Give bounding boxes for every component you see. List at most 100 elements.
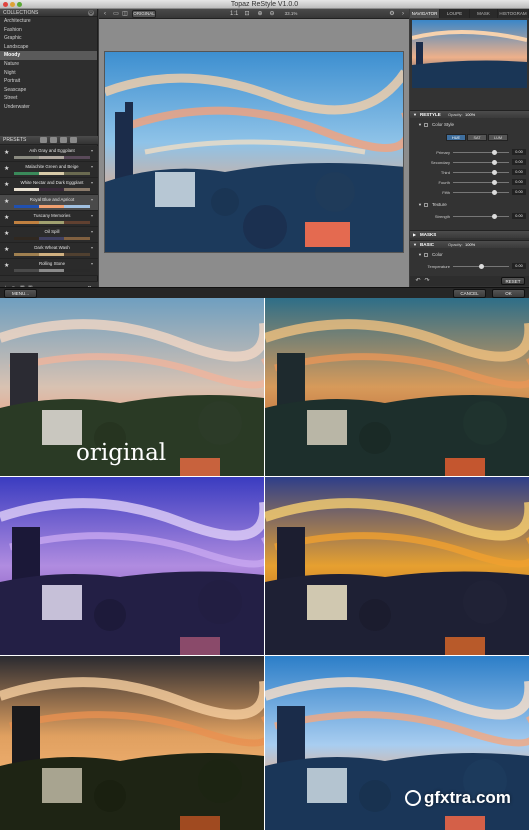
collection-item[interactable]: Architecture	[0, 17, 97, 26]
slider-value[interactable]: 0.00	[512, 189, 526, 195]
menu-button[interactable]: MENU...	[4, 289, 37, 298]
slider-knob[interactable]	[492, 190, 497, 195]
slider-knob[interactable]	[492, 170, 497, 175]
temperature-slider[interactable]: Temperature 0.00	[410, 262, 529, 271]
preset-menu-icon[interactable]: ▾	[91, 148, 93, 153]
preset-item[interactable]: ★ Ash Gray and Eggplant ▾	[0, 146, 98, 163]
slider-label[interactable]: Third	[422, 168, 450, 177]
restyle-opacity-value[interactable]: 100%	[465, 111, 475, 119]
color-slider-secondary[interactable]: Secondary 0.00	[410, 158, 529, 167]
collection-item[interactable]: Street	[0, 94, 97, 103]
slider-knob[interactable]	[492, 180, 497, 185]
color-slider-third[interactable]: Third 0.00	[410, 168, 529, 177]
preset-menu-icon[interactable]: ▾	[91, 180, 93, 185]
original-button[interactable]: ORIGINAL	[132, 10, 156, 18]
color-slider-fifth[interactable]: Fifth 0.00	[410, 188, 529, 197]
preset-item[interactable]: ★ Oil Spill ▾	[0, 227, 98, 244]
tab-mask[interactable]: MASK	[470, 9, 498, 18]
slider-value[interactable]: 0.00	[512, 179, 526, 185]
preset-save-icon[interactable]	[50, 137, 57, 143]
preset-folder-icon[interactable]	[40, 137, 47, 143]
preset-item[interactable]: ★ Malachite Green and Beige ▾	[0, 162, 98, 179]
tab-histogram[interactable]: HISTOGRAM	[498, 9, 529, 18]
mode-button-sat[interactable]: SAT	[467, 134, 487, 141]
star-icon[interactable]: ★	[4, 262, 9, 269]
preset-color-strip[interactable]	[14, 156, 90, 159]
single-view-icon[interactable]: ▭	[112, 10, 120, 18]
slider-label[interactable]: Fourth	[422, 178, 450, 187]
preset-item[interactable]: ★ Dark Wheat Wash ▾	[0, 243, 98, 260]
zoom-in-icon[interactable]: ⊕	[256, 10, 264, 18]
preset-color-strip[interactable]	[14, 236, 90, 240]
navigator-thumbnail[interactable]	[412, 20, 527, 88]
slider-value[interactable]: 0.00	[512, 169, 526, 175]
fit-icon[interactable]: ⊡	[243, 10, 251, 18]
redo-icon[interactable]: ↷	[423, 277, 431, 285]
masks-section-header[interactable]: ▶ MASKS	[410, 230, 529, 238]
color-row[interactable]: ▼ Color	[410, 251, 529, 259]
texture-checkbox[interactable]	[424, 203, 428, 207]
zoom-out-icon[interactable]: ⊖	[268, 10, 276, 18]
mode-button-hue[interactable]: HUE	[446, 134, 466, 141]
preset-item[interactable]: ★ Rolling Stone ▾	[0, 259, 98, 276]
preset-color-strip[interactable]	[14, 269, 90, 273]
collection-item[interactable]: Moody	[0, 51, 97, 60]
slider-track[interactable]	[453, 182, 509, 183]
preset-menu-icon[interactable]: ▾	[91, 261, 93, 266]
slider-knob[interactable]	[492, 214, 497, 219]
collection-item[interactable]: Landscape	[0, 43, 97, 52]
preset-color-strip[interactable]	[14, 172, 90, 176]
texture-row[interactable]: ▼ Texture	[410, 201, 529, 209]
slider-knob[interactable]	[492, 150, 497, 155]
preset-color-strip[interactable]	[14, 204, 90, 208]
slider-track[interactable]	[453, 162, 509, 163]
color-style-checkbox[interactable]	[424, 123, 428, 127]
settings-icon[interactable]: ⚙	[388, 10, 396, 18]
tab-loupe[interactable]: LOUPE	[440, 9, 470, 18]
star-icon[interactable]: ★	[4, 181, 9, 188]
slider-label[interactable]: Secondary	[422, 158, 450, 167]
slider-label[interactable]: Primary	[422, 148, 450, 157]
collection-item[interactable]: Underwater	[0, 103, 97, 112]
preset-item[interactable]: ★ Tuscany Memories ▾	[0, 211, 98, 227]
preset-name[interactable]: White Nectar and Dark Eggplant	[14, 180, 90, 185]
slider-track[interactable]	[453, 192, 509, 193]
preset-export-icon[interactable]	[70, 137, 77, 143]
color-style-row[interactable]: ▼ Color Style	[410, 121, 529, 129]
restyle-section-header[interactable]: ▼ RESTYLE Opacity: 100%	[410, 110, 529, 118]
slider-knob[interactable]	[479, 264, 484, 269]
preset-item[interactable]: ★ Royal Blue and Apricot ▾	[0, 194, 98, 211]
star-icon[interactable]: ★	[4, 149, 9, 156]
collection-item[interactable]: Fashion	[0, 26, 97, 35]
preset-name[interactable]: Tuscany Memories	[14, 213, 90, 218]
collection-item[interactable]: Night	[0, 69, 97, 78]
preset-name[interactable]: Malachite Green and Beige	[14, 164, 90, 169]
slider-knob[interactable]	[492, 160, 497, 165]
preset-name[interactable]: Ash Gray and Eggplant	[14, 148, 90, 153]
collection-item[interactable]: Nature	[0, 60, 97, 69]
preset-name[interactable]: Royal Blue and Apricot	[14, 197, 90, 202]
mode-button-lum[interactable]: LUM	[488, 134, 508, 141]
basic-opacity-value[interactable]: 100%	[465, 241, 475, 249]
preset-menu-icon[interactable]: ▾	[91, 164, 93, 169]
slider-track[interactable]	[453, 152, 509, 153]
collection-item[interactable]: Seascape	[0, 86, 97, 95]
preset-menu-icon[interactable]: ▾	[91, 229, 93, 234]
collapse-left-icon[interactable]: ‹	[101, 10, 109, 18]
preset-color-strip[interactable]	[14, 253, 90, 257]
slider-value[interactable]: 0.00	[512, 149, 526, 155]
collection-item[interactable]: Graphic	[0, 34, 97, 43]
undo-icon[interactable]: ↶	[414, 277, 422, 285]
preset-color-strip[interactable]	[14, 220, 90, 224]
color-checkbox[interactable]	[424, 253, 428, 257]
reset-button[interactable]: RESET	[501, 277, 525, 285]
preset-import-icon[interactable]	[60, 137, 67, 143]
slider-label[interactable]: Fifth	[422, 188, 450, 197]
tab-navigator[interactable]: NAVIGATOR	[410, 9, 440, 18]
collapse-right-icon[interactable]: ›	[399, 10, 407, 18]
split-view-icon[interactable]: ◫	[121, 10, 129, 18]
preset-name[interactable]: Dark Wheat Wash	[14, 245, 90, 250]
cancel-button[interactable]: CANCEL	[453, 289, 486, 298]
preset-menu-icon[interactable]: ▾	[91, 213, 93, 218]
star-icon[interactable]: ★	[4, 214, 9, 221]
